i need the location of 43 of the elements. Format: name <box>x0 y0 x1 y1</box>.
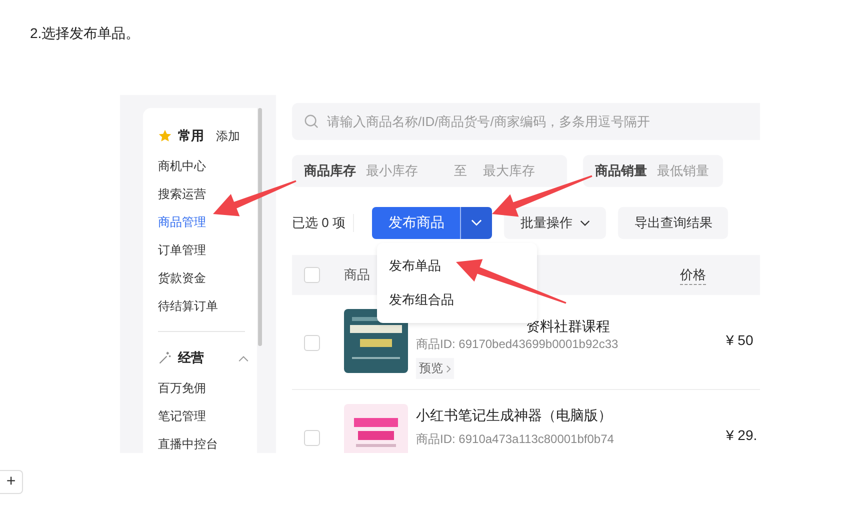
section-title: 常用 <box>178 127 204 145</box>
filter-field[interactable]: 商品库存 最小库存 至 最大库存 <box>292 155 567 187</box>
export-button[interactable]: 导出查询结果 <box>618 207 728 239</box>
chevron-icon[interactable] <box>238 354 249 362</box>
checkbox[interactable] <box>304 335 320 351</box>
sidebar-item[interactable]: 商机中心 <box>158 152 257 180</box>
sidebar-item[interactable]: 待结算订单 <box>158 292 257 320</box>
add-button[interactable]: + <box>0 470 23 494</box>
price-cell: ¥ 50 <box>726 332 754 348</box>
checkbox[interactable] <box>304 430 320 446</box>
checkbox[interactable] <box>304 267 320 283</box>
search-field[interactable]: 请输入商品名称/ID/商品货号/商家编码，多条用逗号隔开 <box>292 103 760 140</box>
add-link[interactable]: 添加 <box>216 128 240 144</box>
menu-item[interactable]: 发布组合品 <box>377 283 537 317</box>
batch-button[interactable]: 批量操作 <box>504 207 606 239</box>
magic-wand-icon <box>158 351 172 365</box>
sidebar-item[interactable]: 货款资金 <box>158 264 257 292</box>
product-id: 商品ID: 6910a473a113c80001bf0b74 <box>416 431 614 448</box>
selection-count: 已选 0 项 <box>292 214 354 232</box>
scrollbar[interactable] <box>258 108 262 346</box>
section-title: 经营 <box>178 349 204 367</box>
chevron-down-icon <box>471 219 482 227</box>
preview-button[interactable]: 预览 <box>416 358 454 379</box>
sidebar-item[interactable]: 笔记管理 <box>158 402 257 430</box>
sidebar-item[interactable]: 商品管理 <box>158 208 257 236</box>
filter-field[interactable]: 商品销量 最低销量 <box>583 155 723 187</box>
sidebar-item[interactable]: 订单管理 <box>158 236 257 264</box>
price-cell: ¥ 29. <box>726 427 758 443</box>
chevron-down-icon <box>580 220 590 226</box>
sidebar-item[interactable]: 直播中控台 <box>158 430 257 453</box>
product-id: 商品ID: 69170bed43699b0001b92c33 <box>416 336 618 353</box>
publish-button[interactable]: 发布商品 <box>372 207 460 239</box>
product-title[interactable]: 小红书笔记生成神器（电脑版） <box>416 407 614 425</box>
search-icon <box>304 114 319 129</box>
dropdown-button[interactable] <box>460 207 492 239</box>
sidebar-item[interactable]: 搜索运营 <box>158 180 257 208</box>
column-header: 价格 <box>680 266 706 284</box>
menu-item[interactable]: 发布单品 <box>377 249 537 283</box>
sidebar-item[interactable]: 百万免佣 <box>158 374 257 402</box>
column-header: 商品 <box>344 266 370 284</box>
chevron-right-icon <box>446 364 451 372</box>
step-text: 2.选择发布单品。 <box>30 25 140 43</box>
star-icon <box>158 129 172 143</box>
